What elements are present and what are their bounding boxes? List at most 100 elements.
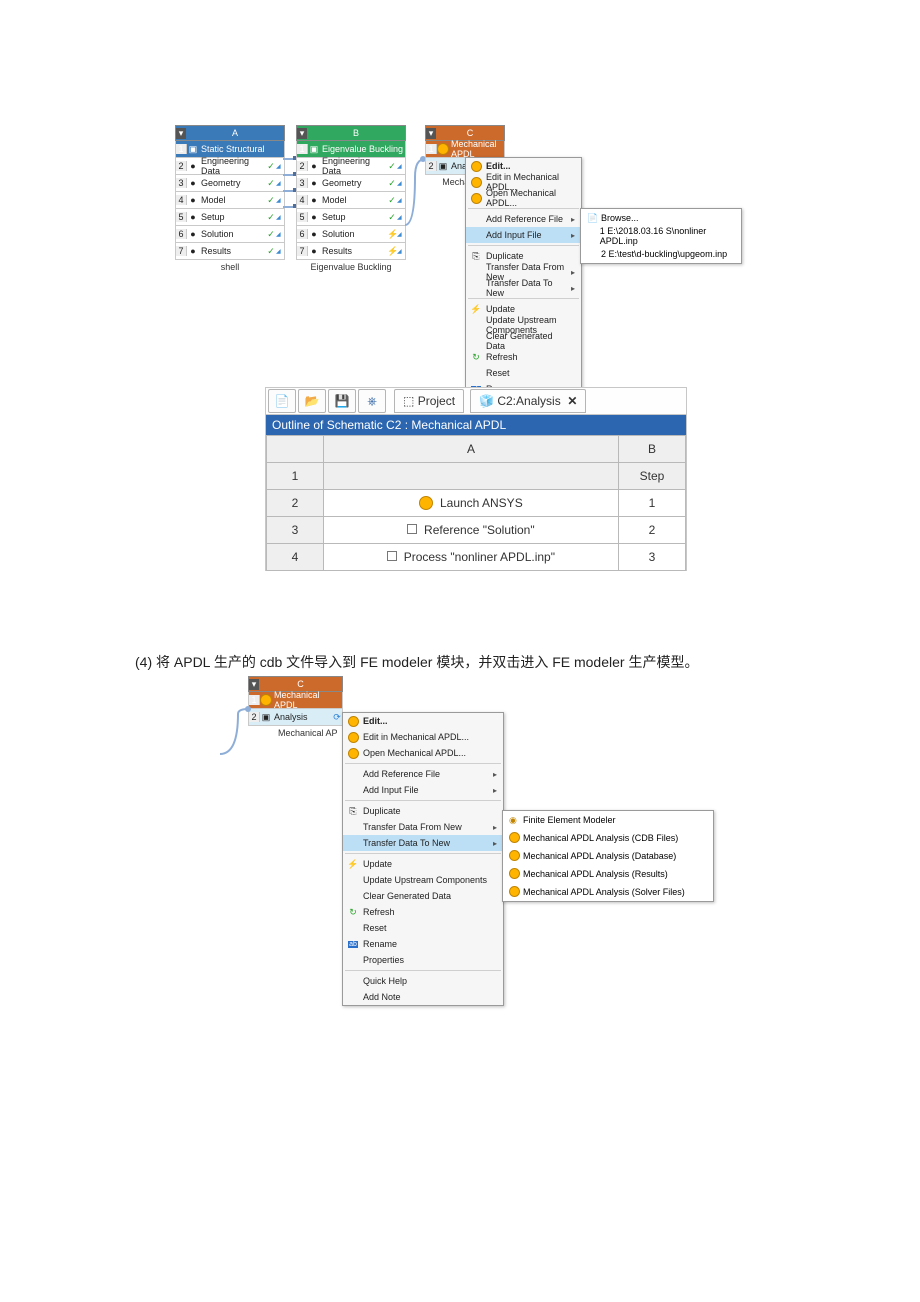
panel-title: Outline of Schematic C2 : Mechanical APD… <box>266 415 686 435</box>
menu-item[interactable]: Reset <box>466 365 581 381</box>
system-c2[interactable]: ▾ C 1Mechanical APDL 2▣Analysis⟳ Mechani… <box>248 676 343 738</box>
menu-item[interactable]: Add Reference File▸ <box>343 766 503 782</box>
menu-item[interactable]: ⎘Duplicate <box>343 803 503 819</box>
lambda-icon <box>471 161 482 172</box>
submenu-item[interactable]: Mechanical APDL Analysis (Results) <box>503 865 713 883</box>
outline-table: AB 1Step 2 Launch ANSYS1 3 Reference "So… <box>266 435 686 571</box>
lambda-icon <box>348 732 359 743</box>
menu-item[interactable]: Properties <box>343 952 503 968</box>
lambda-icon <box>509 868 520 879</box>
close-icon[interactable]: ✕ <box>567 394 577 408</box>
tab-c2[interactable]: 🧊 C2:Analysis ✕ <box>470 389 586 413</box>
step-header: Step <box>619 463 686 490</box>
menu-item[interactable]: Clear Generated Data <box>343 888 503 904</box>
lambda-icon <box>509 832 520 843</box>
system-cell[interactable]: 2●Engineering Data✓◢ <box>296 158 406 175</box>
system-a[interactable]: ▾ A 1▣Static Structural 2●Engineering Da… <box>175 125 285 272</box>
wb-button[interactable]: ⎈ <box>358 389 386 413</box>
system-cell[interactable]: 6●Solution⚡◢ <box>296 226 406 243</box>
lambda-icon <box>509 850 520 861</box>
menu-item[interactable]: Add Reference File▸ <box>466 211 581 227</box>
menu-item[interactable]: ↻Refresh <box>343 904 503 920</box>
sys-a-title: Static Structural <box>199 144 284 154</box>
menu-item[interactable]: Transfer Data To New▸ <box>466 280 581 296</box>
system-cell[interactable]: 6●Solution✓◢ <box>175 226 285 243</box>
lambda-icon <box>260 694 272 706</box>
rename-icon: ab <box>348 941 358 948</box>
row-num: 1 <box>267 463 324 490</box>
analysis-cell[interactable]: Analysis <box>272 712 332 722</box>
menu-item[interactable]: Reset <box>343 920 503 936</box>
system-cell[interactable]: 4●Model✓◢ <box>175 192 285 209</box>
menu-item[interactable]: Add Input File▸ <box>466 227 581 243</box>
menu-item[interactable]: ↻Refresh <box>466 349 581 365</box>
submenu-item[interactable]: Mechanical APDL Analysis (CDB Files) <box>503 829 713 847</box>
square-icon <box>387 551 397 561</box>
system-cell[interactable]: 3●Geometry✓◢ <box>175 175 285 192</box>
menu-item[interactable]: Add Note <box>343 989 503 1005</box>
project-icon: ⬚ <box>403 394 414 408</box>
update-icon: ⚡ <box>347 859 358 870</box>
lambda-icon <box>348 716 359 727</box>
schematic-panel: 📄 📂 💾 ⎈ ⬚ Project 🧊 C2:Analysis ✕ Outlin… <box>265 387 687 571</box>
sys-b-title: Eigenvalue Buckling <box>320 144 405 154</box>
dropdown-icon[interactable]: ▾ <box>426 128 436 139</box>
system-cell[interactable]: 2●Engineering Data✓◢ <box>175 158 285 175</box>
process-inp-row[interactable]: Process "nonliner APDL.inp" <box>324 544 619 571</box>
submenu-item[interactable]: ◉Finite Element Modeler <box>503 811 713 829</box>
col-letter: C <box>259 679 342 689</box>
tab-project[interactable]: ⬚ Project <box>394 389 464 413</box>
menu-item[interactable]: Transfer Data To New▸ <box>343 835 503 851</box>
submenu-item[interactable]: Mechanical APDL Analysis (Database) <box>503 847 713 865</box>
menu-item[interactable]: Open Mechanical APDL... <box>343 745 503 761</box>
menu-item[interactable]: Quick Help <box>343 973 503 989</box>
lambda-icon <box>437 143 449 155</box>
menu-item[interactable]: Transfer Data From New▸ <box>343 819 503 835</box>
menu-item[interactable]: Clear Generated Data <box>466 333 581 349</box>
menu-item[interactable]: ⚡Update <box>343 856 503 872</box>
save-button[interactable]: 💾 <box>328 389 356 413</box>
new-button[interactable]: 📄 <box>268 389 296 413</box>
lambda-icon <box>471 177 482 188</box>
col-letter: A <box>186 128 284 138</box>
cube-icon: 🧊 <box>479 394 494 408</box>
lambda-icon <box>348 748 359 759</box>
transfer-submenu[interactable]: ◉Finite Element ModelerMechanical APDL A… <box>502 810 714 902</box>
refresh-icon: ↻ <box>472 352 480 363</box>
menu-item[interactable]: Add Input File▸ <box>343 782 503 798</box>
system-cell[interactable]: 7●Results⚡◢ <box>296 243 406 260</box>
col-letter: B <box>307 128 405 138</box>
context-menu-2[interactable]: Edit...Edit in Mechanical APDL...Open Me… <box>342 712 504 1006</box>
system-cell[interactable]: 3●Geometry✓◢ <box>296 175 406 192</box>
system-cell[interactable]: 7●Results✓◢ <box>175 243 285 260</box>
menu-item[interactable]: abRename <box>343 936 503 952</box>
menu-item[interactable]: Open Mechanical APDL... <box>466 190 581 206</box>
browse-item[interactable]: 📄Browse... <box>581 209 741 227</box>
menu-item[interactable]: Edit in Mechanical APDL... <box>343 729 503 745</box>
system-cell[interactable]: 5●Setup✓◢ <box>175 209 285 226</box>
dropdown-icon[interactable]: ▾ <box>297 128 307 139</box>
system-cell[interactable]: 4●Model✓◢ <box>296 192 406 209</box>
submenu-item[interactable]: Mechanical APDL Analysis (Solver Files) <box>503 883 713 901</box>
browse-submenu[interactable]: 📄Browse... 1 E:\2018.03.16 S\nonliner AP… <box>580 208 742 264</box>
duplicate-icon: ⎘ <box>349 806 356 817</box>
sys-b-caption: Eigenvalue Buckling <box>296 262 406 272</box>
sys-a-caption: shell <box>175 262 285 272</box>
dropdown-icon[interactable]: ▾ <box>249 679 259 690</box>
lambda-icon <box>471 193 482 204</box>
sys-title: Mechanical APDL <box>272 690 342 710</box>
recent-file[interactable]: 1 E:\2018.03.16 S\nonliner APDL.inp <box>581 227 741 245</box>
instruction-text: (4) 将 APDL 生产的 cdb 文件导入到 FE modeler 模块，并… <box>135 652 698 672</box>
system-b[interactable]: ▾ B 1▣Eigenvalue Buckling 2●Engineering … <box>296 125 406 272</box>
menu-item[interactable]: Update Upstream Components <box>343 872 503 888</box>
col-a: A <box>324 436 619 463</box>
launch-ansys-row[interactable]: Launch ANSYS <box>324 490 619 517</box>
recent-file[interactable]: 2 E:\test\d-buckling\upgeom.inp <box>581 245 741 263</box>
reference-solution-row[interactable]: Reference "Solution" <box>324 517 619 544</box>
sys-caption: Mechanical AP <box>248 728 343 738</box>
menu-item[interactable]: Edit... <box>343 713 503 729</box>
system-cell[interactable]: 5●Setup✓◢ <box>296 209 406 226</box>
open-button[interactable]: 📂 <box>298 389 326 413</box>
dropdown-icon[interactable]: ▾ <box>176 128 186 139</box>
square-icon <box>407 524 417 534</box>
